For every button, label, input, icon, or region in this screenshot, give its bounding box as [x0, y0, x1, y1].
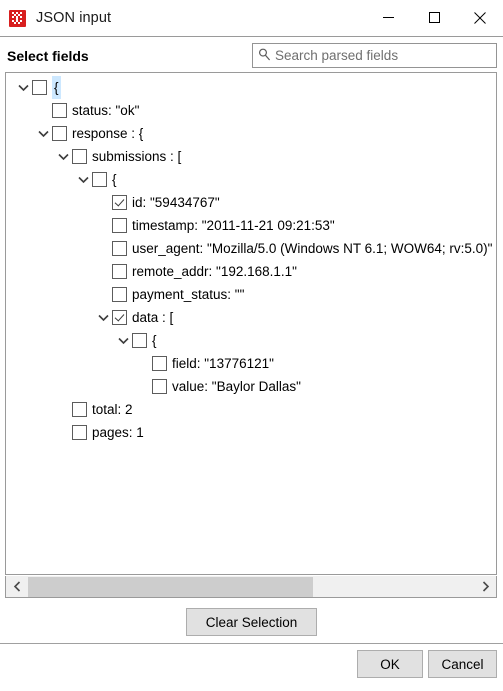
- tree-row[interactable]: submissions : [: [6, 145, 496, 168]
- search-parsed-fields-box[interactable]: [252, 43, 497, 68]
- tree-row-label: response : {: [72, 126, 144, 141]
- close-icon[interactable]: [457, 0, 503, 36]
- maximize-icon[interactable]: [411, 0, 457, 36]
- scrollbar-thumb[interactable]: [28, 576, 313, 597]
- checkbox-unchecked[interactable]: [52, 126, 67, 141]
- checkbox-unchecked[interactable]: [112, 241, 127, 256]
- twisty-placeholder: [94, 283, 112, 306]
- twisty-placeholder: [134, 375, 152, 398]
- tree-row-label: {: [152, 333, 157, 348]
- field-tree-panel[interactable]: { status: "ok" response : { submissions : […: [5, 72, 497, 575]
- checkbox-unchecked[interactable]: [72, 149, 87, 164]
- chevron-down-icon[interactable]: [34, 122, 52, 145]
- checkbox-unchecked[interactable]: [112, 264, 127, 279]
- clear-selection-button[interactable]: Clear Selection: [186, 608, 317, 636]
- twisty-placeholder: [94, 191, 112, 214]
- tree-horizontal-scrollbar[interactable]: [5, 576, 497, 598]
- search-input[interactable]: [275, 45, 496, 66]
- window-titlebar: JSON input: [0, 0, 503, 37]
- tree-row-label: total: 2: [92, 402, 133, 417]
- tree-row[interactable]: {: [6, 168, 496, 191]
- tree-row-label: user_agent: "Mozilla/5.0 (Windows NT 6.1…: [132, 241, 493, 256]
- tree-row-label: {: [52, 76, 61, 99]
- twisty-placeholder: [94, 260, 112, 283]
- json-node-graph-icon: [9, 9, 26, 27]
- tree-row-label: {: [112, 172, 117, 187]
- checkbox-checked[interactable]: [112, 195, 127, 210]
- window-controls: [365, 0, 503, 37]
- cancel-button[interactable]: Cancel: [428, 650, 497, 678]
- twisty-placeholder: [54, 398, 72, 421]
- checkbox-unchecked[interactable]: [112, 218, 127, 233]
- checkbox-unchecked[interactable]: [52, 103, 67, 118]
- twisty-placeholder: [34, 99, 52, 122]
- checkbox-checked[interactable]: [112, 310, 127, 325]
- chevron-down-icon[interactable]: [74, 168, 92, 191]
- chevron-left-icon[interactable]: [6, 576, 28, 597]
- tree-row[interactable]: {: [6, 329, 496, 352]
- tree-row[interactable]: remote_addr: "192.168.1.1": [6, 260, 496, 283]
- ok-button[interactable]: OK: [357, 650, 423, 678]
- checkbox-unchecked[interactable]: [32, 80, 47, 95]
- tree-row-label: status: "ok": [72, 103, 140, 118]
- tree-row[interactable]: {: [6, 76, 496, 99]
- twisty-placeholder: [54, 421, 72, 444]
- chevron-down-icon[interactable]: [14, 76, 32, 99]
- chevron-right-icon[interactable]: [474, 576, 496, 597]
- tree-row-label: value: "Baylor Dallas": [172, 379, 301, 394]
- search-icon: [258, 48, 271, 64]
- chevron-down-icon[interactable]: [114, 329, 132, 352]
- dialog-footer: OK Cancel: [0, 644, 503, 691]
- checkbox-unchecked[interactable]: [112, 287, 127, 302]
- scrollbar-track[interactable]: [28, 576, 474, 597]
- checkbox-unchecked[interactable]: [132, 333, 147, 348]
- tree-row[interactable]: id: "59434767": [6, 191, 496, 214]
- tree-row-label: timestamp: "2011-11-21 09:21:53": [132, 218, 335, 233]
- tree-row[interactable]: field: "13776121": [6, 352, 496, 375]
- tree-row[interactable]: pages: 1: [6, 421, 496, 444]
- tree-row-label: remote_addr: "192.168.1.1": [132, 264, 297, 279]
- tree-row[interactable]: timestamp: "2011-11-21 09:21:53": [6, 214, 496, 237]
- tree-row-label: id: "59434767": [132, 195, 220, 210]
- checkbox-unchecked[interactable]: [152, 379, 167, 394]
- twisty-placeholder: [134, 352, 152, 375]
- checkbox-unchecked[interactable]: [92, 172, 107, 187]
- tree-row[interactable]: total: 2: [6, 398, 496, 421]
- tree-row-label: submissions : [: [92, 149, 182, 164]
- tree-row[interactable]: user_agent: "Mozilla/5.0 (Windows NT 6.1…: [6, 237, 496, 260]
- chevron-down-icon[interactable]: [94, 306, 112, 329]
- tree-row[interactable]: data : [: [6, 306, 496, 329]
- twisty-placeholder: [94, 214, 112, 237]
- checkbox-unchecked[interactable]: [152, 356, 167, 371]
- tree-row-label: data : [: [132, 310, 174, 325]
- tree-row[interactable]: response : {: [6, 122, 496, 145]
- chevron-down-icon[interactable]: [54, 145, 72, 168]
- select-fields-label: Select fields: [7, 48, 89, 64]
- tree-row-label: payment_status: "": [132, 287, 245, 302]
- tree-row-label: pages: 1: [92, 425, 144, 440]
- tree-row-label: field: "13776121": [172, 356, 274, 371]
- checkbox-unchecked[interactable]: [72, 425, 87, 440]
- checkbox-unchecked[interactable]: [72, 402, 87, 417]
- twisty-placeholder: [94, 237, 112, 260]
- window-title: JSON input: [36, 10, 112, 26]
- tree-row[interactable]: status: "ok": [6, 99, 496, 122]
- tree-row[interactable]: payment_status: "": [6, 283, 496, 306]
- tree-row[interactable]: value: "Baylor Dallas": [6, 375, 496, 398]
- field-tree-rows: { status: "ok" response : { submissions : […: [6, 73, 496, 444]
- minimize-icon[interactable]: [365, 0, 411, 36]
